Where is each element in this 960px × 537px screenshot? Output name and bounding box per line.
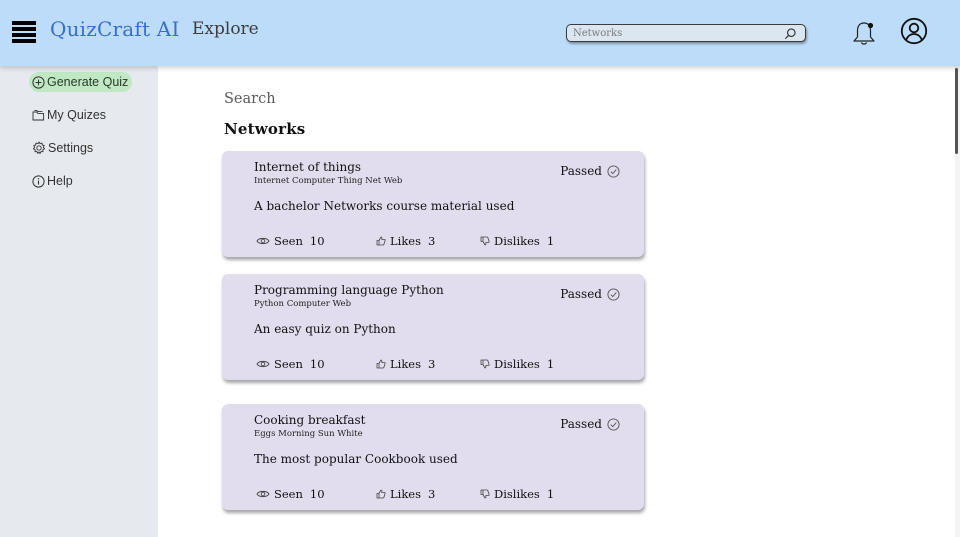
quiz-card[interactable]: Cooking breakfast Eggs Morning Sun White… bbox=[222, 404, 644, 510]
sidebar-item-my-quizes[interactable]: My Quizes bbox=[30, 105, 108, 125]
sidebar-item-label: My Quizes bbox=[47, 108, 107, 122]
quiz-tags: Eggs Morning Sun White bbox=[254, 429, 363, 439]
quiz-stats: Seen 10 Likes 3 Dislikes 1 bbox=[256, 234, 616, 248]
status-label: Passed bbox=[560, 164, 602, 178]
status-badge: Passed bbox=[560, 417, 620, 431]
thumbs-down-icon bbox=[480, 236, 490, 246]
results-title: Networks bbox=[224, 120, 306, 138]
thumbs-down-icon bbox=[480, 489, 490, 499]
quiz-title: Programming language Python bbox=[254, 283, 444, 297]
plus-circle-icon bbox=[32, 75, 45, 89]
status-badge: Passed bbox=[560, 287, 620, 301]
seen-label: Seen bbox=[274, 487, 303, 501]
check-circle-icon bbox=[607, 164, 620, 178]
sidebar-item-label: Generate Quiz bbox=[47, 75, 129, 89]
dislikes-value: 1 bbox=[546, 357, 555, 371]
dislikes-count[interactable]: Dislikes 1 bbox=[480, 357, 554, 371]
quiz-tags: Internet Computer Thing Net Web bbox=[254, 176, 403, 186]
sidebar-item-settings[interactable]: Settings bbox=[30, 138, 95, 158]
status-label: Passed bbox=[560, 287, 602, 301]
folder-icon bbox=[32, 109, 45, 120]
search-label: Search bbox=[224, 91, 276, 107]
top-bar: QuizCraft AI Explore bbox=[0, 0, 960, 66]
likes-count[interactable]: Likes 3 bbox=[376, 357, 435, 371]
quiz-title: Cooking breakfast bbox=[254, 413, 366, 427]
check-circle-icon bbox=[607, 417, 620, 431]
dislikes-label: Dislikes bbox=[494, 234, 540, 248]
likes-label: Likes bbox=[390, 487, 421, 501]
dislikes-label: Dislikes bbox=[494, 487, 540, 501]
eye-icon bbox=[256, 490, 270, 498]
seen-label: Seen bbox=[274, 234, 303, 248]
seen-count: Seen 10 bbox=[256, 357, 325, 371]
quiz-card[interactable]: Programming language Python Python Compu… bbox=[222, 274, 644, 380]
likes-count[interactable]: Likes 3 bbox=[376, 234, 435, 248]
thumbs-up-icon bbox=[376, 359, 386, 369]
status-badge: Passed bbox=[560, 164, 620, 178]
likes-value: 3 bbox=[428, 487, 436, 501]
thumbs-down-icon bbox=[480, 359, 490, 369]
main-content: Search Networks Internet of things Inter… bbox=[158, 66, 956, 537]
thumbs-up-icon bbox=[376, 236, 386, 246]
dislikes-value: 1 bbox=[546, 234, 555, 248]
seen-value: 10 bbox=[309, 487, 325, 501]
seen-value: 10 bbox=[309, 357, 325, 371]
quiz-description: A bachelor Networks course material used bbox=[254, 199, 515, 213]
seen-count: Seen 10 bbox=[256, 234, 325, 248]
seen-label: Seen bbox=[274, 357, 303, 371]
likes-label: Likes bbox=[390, 234, 421, 248]
likes-count[interactable]: Likes 3 bbox=[376, 487, 435, 501]
dislikes-value: 1 bbox=[546, 487, 555, 501]
sidebar-item-help[interactable]: Help bbox=[30, 171, 75, 191]
quiz-card[interactable]: Internet of things Internet Computer Thi… bbox=[222, 151, 644, 257]
quiz-description: The most popular Cookbook used bbox=[254, 452, 458, 466]
quiz-title: Internet of things bbox=[254, 160, 362, 174]
sidebar: Generate Quiz My Quizes Settings Help bbox=[0, 66, 158, 537]
check-circle-icon bbox=[607, 287, 620, 301]
eye-icon bbox=[256, 360, 270, 368]
app-logo-text[interactable]: QuizCraft AI bbox=[50, 17, 180, 41]
likes-value: 3 bbox=[428, 357, 436, 371]
eye-icon bbox=[256, 237, 270, 245]
sidebar-item-label: Help bbox=[47, 174, 73, 188]
thumbs-up-icon bbox=[376, 489, 386, 499]
quiz-stats: Seen 10 Likes 3 Dislikes 1 bbox=[256, 357, 616, 371]
search-box bbox=[566, 24, 806, 42]
search-input[interactable] bbox=[573, 25, 778, 41]
sidebar-item-label: Settings bbox=[48, 141, 94, 155]
info-icon bbox=[32, 174, 45, 188]
dislikes-count[interactable]: Dislikes 1 bbox=[480, 234, 554, 248]
user-profile-icon[interactable] bbox=[900, 17, 928, 45]
quiz-stats: Seen 10 Likes 3 Dislikes 1 bbox=[256, 487, 616, 501]
scrollbar-thumb[interactable] bbox=[955, 68, 958, 154]
quiz-description: An easy quiz on Python bbox=[254, 322, 396, 336]
dislikes-count[interactable]: Dislikes 1 bbox=[480, 487, 554, 501]
likes-label: Likes bbox=[390, 357, 421, 371]
hamburger-menu-icon[interactable] bbox=[12, 20, 36, 43]
sidebar-item-generate-quiz[interactable]: Generate Quiz bbox=[29, 72, 133, 92]
dislikes-label: Dislikes bbox=[494, 357, 540, 371]
gear-icon bbox=[32, 141, 46, 154]
status-label: Passed bbox=[560, 417, 602, 431]
likes-value: 3 bbox=[428, 234, 436, 248]
search-icon[interactable] bbox=[784, 27, 797, 40]
notification-bell-icon[interactable] bbox=[850, 19, 878, 47]
page-title: Explore bbox=[192, 19, 259, 39]
quiz-tags: Python Computer Web bbox=[254, 299, 352, 309]
seen-value: 10 bbox=[309, 234, 325, 248]
seen-count: Seen 10 bbox=[256, 487, 325, 501]
